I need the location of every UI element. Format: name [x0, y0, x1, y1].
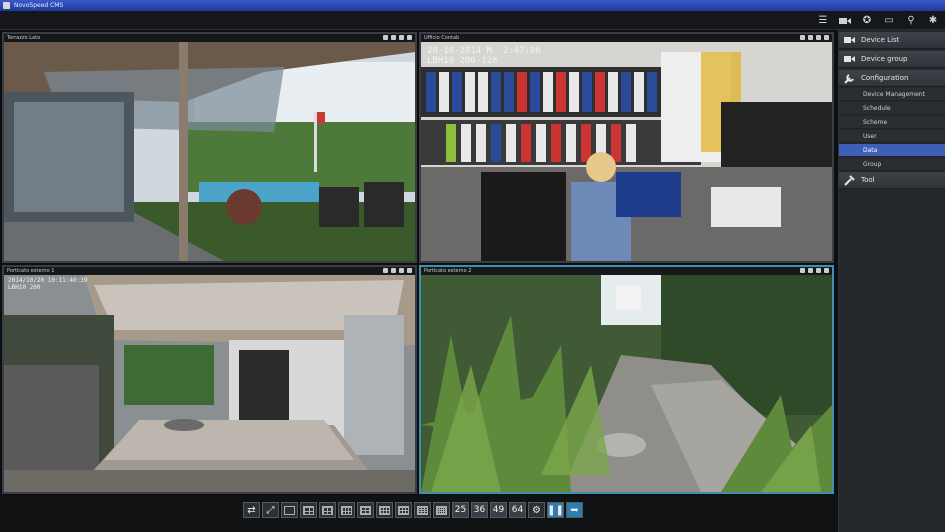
- config-sub-schedule[interactable]: Schedule: [839, 102, 945, 115]
- config-sub-scheme[interactable]: Scheme: [839, 116, 945, 129]
- video-tile-2[interactable]: Ufficio Contab 20-10-2014 M 2:47:06 LBH1…: [419, 32, 834, 263]
- right-panel: Device List Device group Configuration D…: [838, 30, 945, 532]
- sidebar-item-label: Configuration: [861, 74, 909, 82]
- config-sub-data[interactable]: Data: [839, 144, 945, 157]
- previous-page-button[interactable]: ⇄: [243, 502, 260, 518]
- sub-item-label: Data: [863, 146, 878, 154]
- osd-timestamp: 2014/10/20 10:11:40:39 LBH10 200: [8, 277, 88, 291]
- layout-1-button[interactable]: [281, 502, 298, 518]
- snapshot-icon[interactable]: [800, 35, 805, 40]
- audio-icon[interactable]: [816, 268, 821, 273]
- config-sub-group[interactable]: Group: [839, 158, 945, 171]
- sidebar-item-device-list[interactable]: Device List: [839, 32, 945, 49]
- config-sub-device-management[interactable]: Device Management: [839, 88, 945, 101]
- app-icon: [3, 2, 10, 9]
- layout-6-button[interactable]: [319, 502, 336, 518]
- camera-name: Porticato esterno 2: [424, 268, 472, 274]
- osd-timestamp: 20-10-2014 M 2:47:06 LBH10 200-128: [427, 46, 541, 66]
- snapshot-icon[interactable]: [800, 268, 805, 273]
- layout-9-button[interactable]: [357, 502, 374, 518]
- record-icon[interactable]: [391, 268, 396, 273]
- video-tile-4[interactable]: Porticato esterno 2: [419, 265, 834, 494]
- camera-icon[interactable]: [837, 13, 853, 28]
- video-camera-icon: [844, 56, 855, 62]
- layout-25-button[interactable]: 25: [452, 502, 469, 518]
- record-icon[interactable]: [391, 35, 396, 40]
- layout-13-button[interactable]: [395, 502, 412, 518]
- layout-36-button[interactable]: 36: [471, 502, 488, 518]
- video-tile-1[interactable]: Terrazzo Lato: [2, 32, 417, 263]
- title-bar: NovoSpeed CMS: [0, 0, 945, 11]
- sidebar-item-device-group[interactable]: Device group: [839, 51, 945, 68]
- tile-header: Porticato esterno 1: [4, 267, 415, 275]
- pin-icon[interactable]: ⚲: [903, 13, 919, 28]
- sequence-icon[interactable]: ⚙: [528, 502, 545, 518]
- layout-10-button[interactable]: [376, 502, 393, 518]
- sub-item-label: Scheme: [863, 118, 888, 126]
- audio-icon[interactable]: [399, 35, 404, 40]
- record-icon[interactable]: [808, 35, 813, 40]
- close-icon[interactable]: [407, 35, 412, 40]
- camera-feed-image: [4, 275, 415, 492]
- camera-name: Terrazzo Lato: [7, 35, 41, 41]
- top-toolbar: ☰ ✪ ▭ ⚲ ✱: [0, 11, 945, 30]
- tile-header: Porticato esterno 2: [421, 267, 832, 275]
- close-icon[interactable]: [824, 268, 829, 273]
- pause-button[interactable]: ❚❚: [547, 502, 564, 518]
- sidebar-item-tool[interactable]: Tool: [839, 172, 945, 189]
- sidebar-item-configuration[interactable]: Configuration: [839, 70, 945, 87]
- fullscreen-button[interactable]: ⤢: [262, 502, 279, 518]
- layout-selector: ⇄ ⤢ 25 36 49 64 ⚙ ❚❚ ➥: [243, 502, 583, 518]
- monitor-icon[interactable]: ▭: [881, 13, 897, 28]
- layout-16-button[interactable]: [414, 502, 431, 518]
- video-grid: Terrazzo Lato Ufficio Contab 20-10-2014 …: [0, 30, 838, 496]
- sub-item-label: Device Management: [863, 90, 925, 98]
- camera-feed-image: [421, 275, 832, 492]
- next-button[interactable]: ➥: [566, 502, 583, 518]
- bell-icon[interactable]: ✱: [925, 13, 941, 28]
- tile-header: Terrazzo Lato: [4, 34, 415, 42]
- tile-header: Ufficio Contab: [421, 34, 832, 42]
- sub-item-label: Group: [863, 160, 882, 168]
- layout-8-button[interactable]: [338, 502, 355, 518]
- settings-icon[interactable]: ✪: [859, 13, 875, 28]
- layout-4-button[interactable]: [300, 502, 317, 518]
- sidebar-item-label: Tool: [861, 176, 875, 184]
- camera-name: Porticato esterno 1: [7, 268, 55, 274]
- sidebar-item-label: Device group: [861, 55, 908, 63]
- layout-64-button[interactable]: 64: [509, 502, 526, 518]
- snapshot-icon[interactable]: [383, 35, 388, 40]
- wrench-icon: [844, 73, 854, 84]
- video-camera-icon: [844, 37, 855, 43]
- close-icon[interactable]: [824, 35, 829, 40]
- config-sub-user[interactable]: User: [839, 130, 945, 143]
- window-title: NovoSpeed CMS: [14, 2, 64, 9]
- layout-49-button[interactable]: 49: [490, 502, 507, 518]
- video-tile-3[interactable]: Porticato esterno 1 2014/10/20 10:11:40:…: [2, 265, 417, 494]
- sidebar-item-label: Device List: [861, 36, 900, 44]
- audio-icon[interactable]: [399, 268, 404, 273]
- close-icon[interactable]: [407, 268, 412, 273]
- sub-item-label: Schedule: [863, 104, 891, 112]
- camera-name: Ufficio Contab: [424, 35, 460, 41]
- record-icon[interactable]: [808, 268, 813, 273]
- snapshot-icon[interactable]: [383, 268, 388, 273]
- tool-icon: [844, 174, 855, 186]
- sub-item-label: User: [863, 132, 877, 140]
- camera-feed-image: [4, 42, 415, 261]
- audio-icon[interactable]: [816, 35, 821, 40]
- list-icon[interactable]: ☰: [815, 13, 831, 28]
- layout-20-button[interactable]: [433, 502, 450, 518]
- camera-feed-image: [421, 42, 832, 261]
